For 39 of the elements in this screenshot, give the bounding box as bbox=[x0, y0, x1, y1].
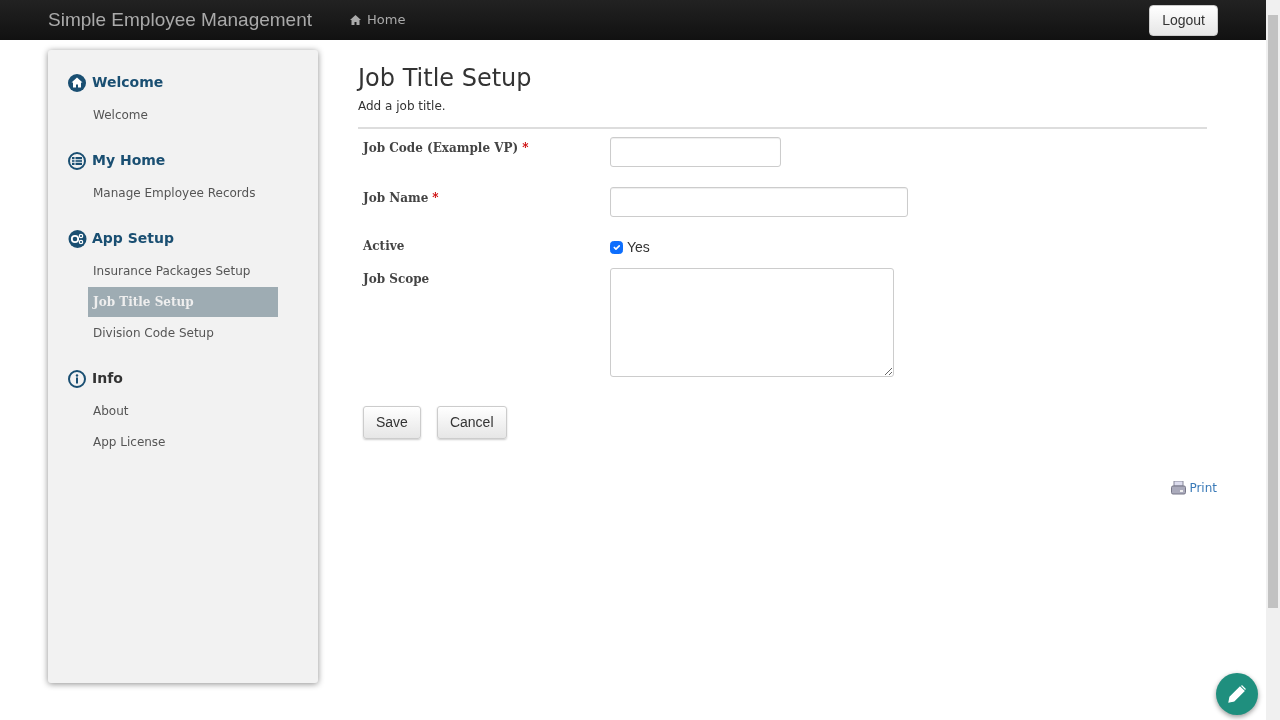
section-heading: Info bbox=[92, 369, 123, 388]
sidebar-item[interactable]: Insurance Packages Setup bbox=[88, 256, 278, 286]
required-mark: * bbox=[432, 190, 439, 205]
page-title: Job Title Setup bbox=[358, 64, 533, 93]
print-link[interactable]: Print bbox=[1171, 478, 1217, 497]
home-icon bbox=[68, 73, 87, 92]
home-link[interactable]: Home bbox=[350, 10, 406, 30]
field-label: Job Code (Example VP) bbox=[363, 140, 519, 155]
scrollbar[interactable] bbox=[1266, 0, 1280, 720]
form-button[interactable]: Cancel bbox=[436, 405, 507, 439]
sidebar-item[interactable]: Division Code Setup bbox=[88, 318, 278, 348]
field-label: Job Name bbox=[363, 190, 429, 205]
section-heading: Welcome bbox=[92, 73, 164, 92]
form-button[interactable]: Save bbox=[363, 405, 421, 439]
app-brand[interactable]: Simple Employee Management bbox=[48, 5, 313, 35]
text-area[interactable] bbox=[610, 267, 894, 377]
field-label: Job Scope bbox=[363, 271, 430, 286]
gears-icon bbox=[68, 229, 87, 248]
info-icon bbox=[68, 369, 87, 388]
text-field[interactable] bbox=[610, 136, 781, 167]
checkbox-label: Yes bbox=[627, 237, 650, 257]
section-heading: App Setup bbox=[92, 229, 174, 248]
required-mark: * bbox=[522, 140, 529, 155]
pencil-icon bbox=[1227, 684, 1247, 704]
sidebar-item[interactable]: App License bbox=[88, 427, 278, 457]
checkbox[interactable] bbox=[610, 240, 623, 254]
field-label: Active bbox=[363, 238, 405, 253]
home-icon bbox=[350, 15, 362, 25]
sidebar-item[interactable]: Welcome bbox=[88, 100, 278, 130]
printer-icon bbox=[1171, 480, 1187, 495]
section-heading: My Home bbox=[92, 151, 166, 170]
sidebar-item[interactable]: Manage Employee Records bbox=[88, 178, 278, 208]
scrollbar-thumb[interactable] bbox=[1268, 15, 1278, 608]
sidebar-item[interactable]: About bbox=[88, 396, 278, 426]
logout-button[interactable]: Logout bbox=[1149, 4, 1218, 36]
list-icon bbox=[68, 151, 87, 170]
text-field[interactable] bbox=[610, 186, 908, 217]
edit-button[interactable] bbox=[1216, 673, 1258, 715]
page-subtitle: Add a job title. bbox=[358, 97, 447, 115]
